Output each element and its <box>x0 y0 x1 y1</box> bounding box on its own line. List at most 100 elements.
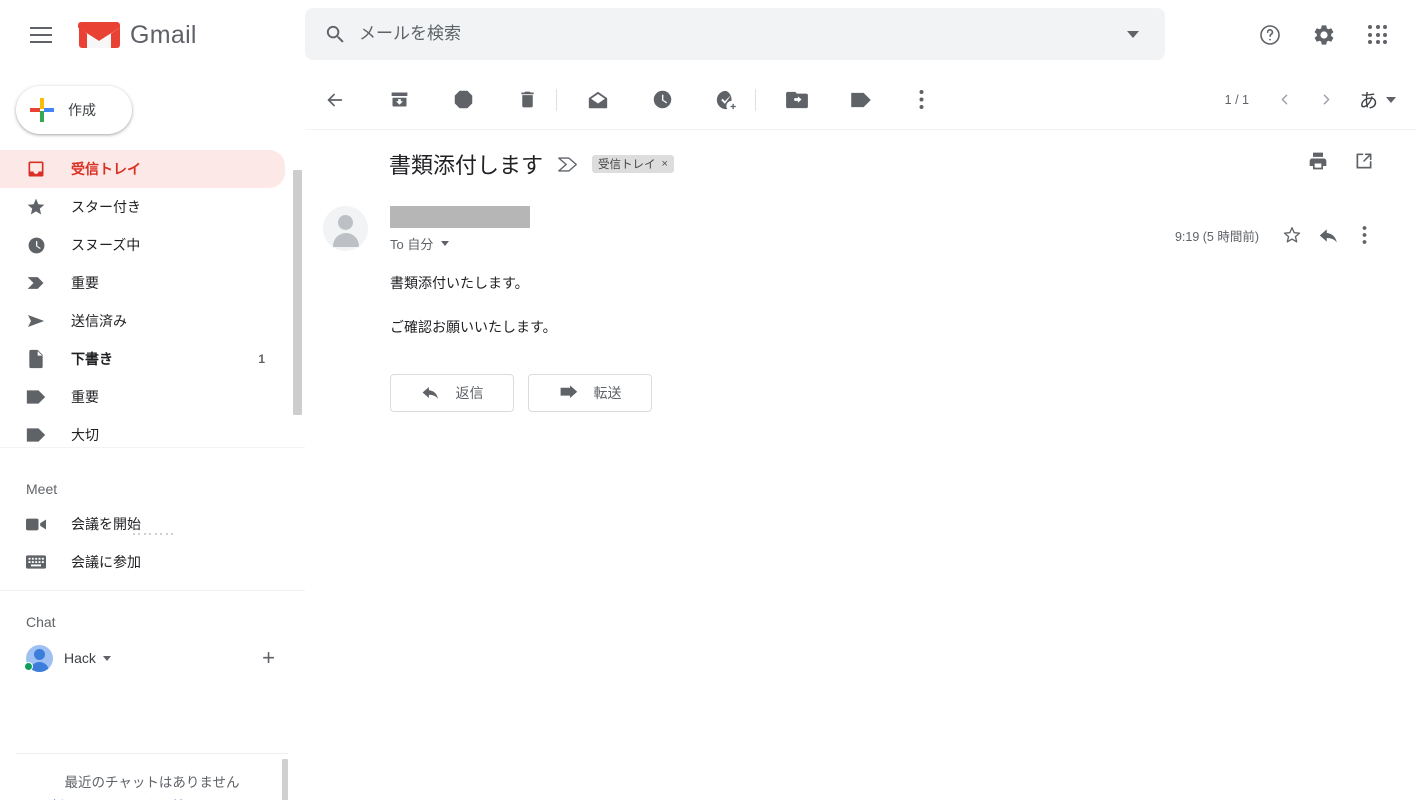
archive-button[interactable] <box>379 80 419 120</box>
open-in-new-window-icon[interactable] <box>1347 144 1381 178</box>
importance-marker-icon[interactable] <box>557 156 579 173</box>
compose-label: 作成 <box>68 102 96 118</box>
sidebar-item-label: 重要 <box>71 389 99 405</box>
meet-section: Meet 会議を開始 会議に参加 <box>0 473 305 581</box>
sidebar-item-label-taisetsu[interactable]: 大切 <box>0 416 285 450</box>
new-chat-button[interactable]: + <box>262 647 275 669</box>
chevron-down-icon[interactable] <box>441 241 450 246</box>
avatar <box>323 206 368 251</box>
forward-button-label: 転送 <box>593 384 622 401</box>
draft-icon <box>26 349 46 369</box>
star-icon <box>26 197 46 217</box>
snooze-button[interactable] <box>642 80 682 120</box>
toolbar-divider <box>755 88 756 111</box>
online-status-indicator <box>24 662 33 671</box>
sidebar-item-label: 受信トレイ <box>71 161 141 177</box>
move-to-folder-button[interactable] <box>777 80 817 120</box>
gmail-logo-icon <box>78 19 120 51</box>
sidebar-divider <box>0 447 305 448</box>
important-icon <box>26 273 46 293</box>
reply-button[interactable]: 返信 <box>390 373 514 412</box>
add-to-tasks-button[interactable] <box>706 80 746 120</box>
videocam-icon <box>26 514 46 534</box>
compose-plus-icon <box>29 97 55 123</box>
search-options-icon[interactable] <box>1109 10 1157 58</box>
gmail-app: Gmail メールを検索 作成 受信トレイ スター付き スヌーズ中 重要 送信済… <box>0 0 1416 800</box>
sidebar-item-label-important[interactable]: 重要 <box>0 378 285 416</box>
next-message-button[interactable] <box>1307 80 1347 120</box>
chat-section: Chat Hack + <box>0 606 305 678</box>
sidebar-item-sent[interactable]: 送信済み <box>0 302 285 340</box>
inbox-icon <box>26 159 46 179</box>
chat-divider <box>0 590 305 591</box>
sidebar: 作成 受信トレイ スター付き スヌーズ中 重要 送信済み 下書き 1 重要 大切… <box>0 70 305 800</box>
label-icon <box>26 425 46 445</box>
label-icon <box>26 387 46 407</box>
forward-button[interactable]: 転送 <box>528 373 652 412</box>
thread-header: 書類添付します 受信トレイ × <box>305 130 1416 180</box>
gear-icon[interactable] <box>1300 11 1348 59</box>
sidebar-item-label: 送信済み <box>71 313 127 329</box>
sidebar-item-label: 大切 <box>71 427 99 443</box>
main-menu-icon[interactable] <box>17 11 65 59</box>
trash-icon[interactable] <box>507 80 547 120</box>
chat-empty-state: 最近のチャットはありません 新しいチャットを開始しませんか <box>16 753 288 800</box>
report-spam-button[interactable] <box>443 80 483 120</box>
sender-name-redacted <box>390 206 530 228</box>
chat-empty-message: 最近のチャットはありません <box>64 775 240 790</box>
chat-user-row[interactable]: Hack + <box>0 638 305 678</box>
print-icon[interactable] <box>1301 144 1335 178</box>
sidebar-item-important[interactable]: 重要 <box>0 264 285 302</box>
message-paragraph: ご確認お願いいたします。 <box>390 319 557 336</box>
meet-join-meeting[interactable]: 会議に参加 <box>0 543 285 581</box>
chevron-down-icon[interactable] <box>102 655 111 661</box>
compose-button[interactable]: 作成 <box>16 86 132 134</box>
start-new-chat-link[interactable]: 新しいチャットを開始しませんか <box>51 795 253 800</box>
search-bar[interactable] <box>305 8 1165 60</box>
sidebar-scrollbar[interactable] <box>293 170 302 415</box>
more-options-button[interactable] <box>901 80 941 120</box>
message-meta: 9:19 (5 時間前) <box>1175 218 1381 252</box>
prev-message-button[interactable] <box>1265 80 1305 120</box>
sidebar-item-label: 下書き <box>71 351 113 367</box>
toolbar-right: 1 / 1 あ <box>1225 80 1400 120</box>
page-title: 書類添付します <box>389 153 544 178</box>
header-actions <box>1246 0 1402 70</box>
mark-unread-button[interactable] <box>578 80 618 120</box>
message-text: 書類添付いたします。 ご確認お願いいたします。 <box>390 273 1416 338</box>
sidebar-item-snoozed[interactable]: スヌーズ中 <box>0 226 285 264</box>
input-method-selector[interactable]: あ <box>1349 80 1400 119</box>
chat-list-scrollbar[interactable] <box>282 759 288 800</box>
reply-button-label: 返信 <box>455 384 484 401</box>
reply-icon[interactable] <box>1311 218 1345 252</box>
toolbar-divider <box>556 88 557 111</box>
star-icon[interactable] <box>1275 218 1309 252</box>
search-icon[interactable] <box>311 10 359 58</box>
keyboard-icon <box>26 552 46 572</box>
labels-button[interactable] <box>841 80 881 120</box>
sidebar-item-label: スター付き <box>71 199 141 215</box>
sidebar-item-drafts[interactable]: 下書き 1 <box>0 340 285 378</box>
sidebar-nav-list: 受信トレイ スター付き スヌーズ中 重要 送信済み 下書き 1 重要 大切 <box>0 150 305 450</box>
sidebar-item-starred[interactable]: スター付き <box>0 188 285 226</box>
forward-icon <box>559 384 578 401</box>
search-input[interactable] <box>359 8 1109 60</box>
meet-start-meeting[interactable]: 会議を開始 <box>0 505 285 543</box>
reply-icon <box>421 383 440 402</box>
back-to-inbox-button[interactable] <box>315 80 355 120</box>
thread-label-chip[interactable]: 受信トレイ × <box>592 155 674 173</box>
top-header: Gmail <box>0 0 1416 70</box>
chevron-down-icon <box>1386 96 1396 103</box>
gmail-brand-label: Gmail <box>130 20 197 49</box>
meet-item-label: 会議を開始 <box>71 516 141 532</box>
chat-user-name: Hack <box>64 650 96 666</box>
close-icon[interactable]: × <box>662 158 668 170</box>
sidebar-item-count: 1 <box>258 352 265 366</box>
google-apps-icon[interactable] <box>1354 11 1402 59</box>
sent-icon <box>26 311 46 331</box>
gmail-brand[interactable]: Gmail <box>78 19 197 51</box>
sidebar-item-inbox[interactable]: 受信トレイ <box>0 150 285 188</box>
help-icon[interactable] <box>1246 11 1294 59</box>
message-more-options-button[interactable] <box>1347 218 1381 252</box>
sidebar-item-label: 重要 <box>71 275 99 291</box>
